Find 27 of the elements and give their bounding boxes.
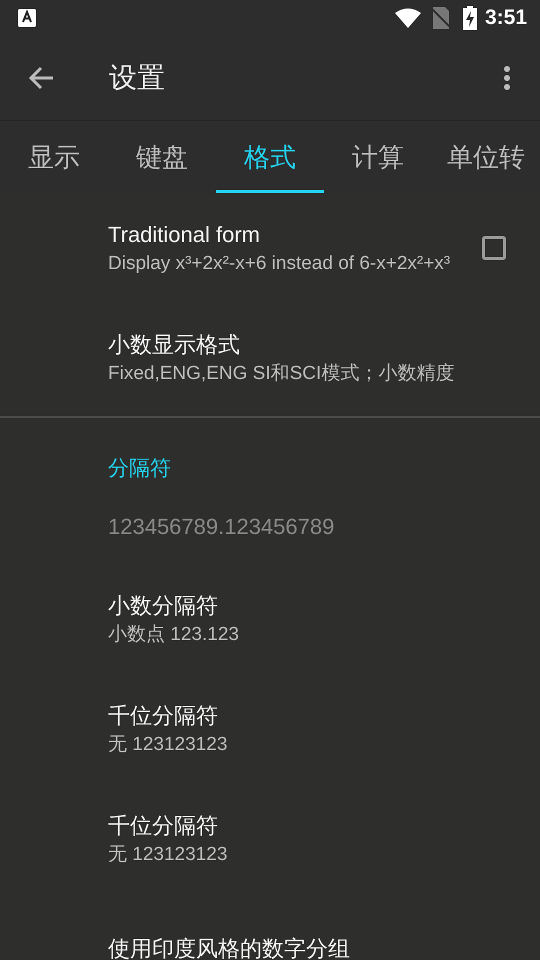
tab[interactable]: 计算 xyxy=(324,121,432,193)
battery-charging-icon xyxy=(462,6,477,30)
format-preview: 123456789.123456789 xyxy=(107,513,336,541)
tab[interactable]: 格式 xyxy=(216,121,324,193)
setting-summary: Display x³+2x²-x+6 instead of 6-x+2x²+x³ xyxy=(108,252,452,276)
tab[interactable]: 键盘 xyxy=(108,121,216,193)
setting-summary: 小数点 123.123 xyxy=(108,623,240,647)
more-menu-button[interactable] xyxy=(502,64,512,92)
setting-title: 使用印度风格的数字分组 xyxy=(108,935,351,960)
notification-icon xyxy=(18,9,36,27)
setting-title: 小数分隔符 xyxy=(108,592,219,620)
setting-title: Traditional form xyxy=(108,221,262,249)
back-button[interactable] xyxy=(28,64,56,92)
setting-summary: 无 123123123 xyxy=(108,733,228,757)
setting-title: 千位分隔符 xyxy=(108,812,219,840)
wifi-icon xyxy=(394,8,421,28)
setting-title: 千位分隔符 xyxy=(108,702,219,730)
screen-title: 设置 xyxy=(109,61,166,95)
setting-title: 小数显示格式 xyxy=(108,331,241,359)
no-sim-icon xyxy=(430,7,451,29)
checkbox[interactable] xyxy=(482,236,506,260)
setting-summary: 无 123123123 xyxy=(108,843,228,867)
tab[interactable]: 显示 xyxy=(0,121,108,193)
tab[interactable]: 单位转 xyxy=(432,121,540,193)
setting-summary: Fixed,ENG,ENG SI和SCI模式；小数精度 xyxy=(108,362,456,386)
clock: 3:51 xyxy=(484,6,527,30)
category-header: 分隔符 xyxy=(107,456,172,482)
